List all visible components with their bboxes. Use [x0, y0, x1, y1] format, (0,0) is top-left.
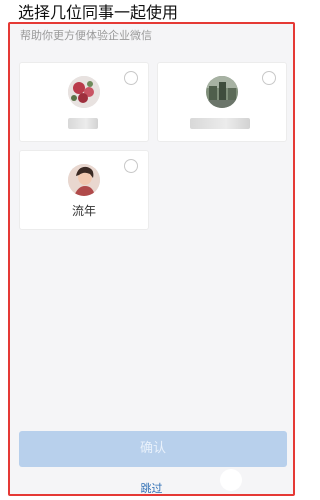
skip-link[interactable]: 跳过 [10, 482, 293, 494]
colleague-selection-panel: 帮助你更方便体验企业微信 流年 确认 跳过 [8, 22, 295, 496]
landscape-photo-avatar [206, 76, 238, 108]
select-radio[interactable] [262, 71, 276, 85]
colleague-card[interactable] [157, 62, 287, 142]
person-photo-avatar [68, 164, 100, 196]
page-title: 选择几位同事一起使用 [18, 3, 179, 22]
colleague-name: 流年 [71, 204, 96, 218]
colleague-card[interactable] [19, 62, 149, 142]
redacted-name [68, 118, 98, 129]
flower-photo-avatar [68, 76, 100, 108]
page: 选择几位同事一起使用 帮助你更方便体验企业微信 流年 确认 跳过 [0, 0, 300, 500]
select-radio[interactable] [124, 71, 138, 85]
colleague-card[interactable]: 流年 [19, 150, 149, 230]
redacted-name [190, 118, 250, 129]
select-radio[interactable] [124, 159, 138, 173]
colleague-grid: 流年 [19, 62, 287, 230]
confirm-button[interactable]: 确认 [19, 431, 287, 467]
panel-subtitle: 帮助你更方便体验企业微信 [20, 29, 152, 42]
